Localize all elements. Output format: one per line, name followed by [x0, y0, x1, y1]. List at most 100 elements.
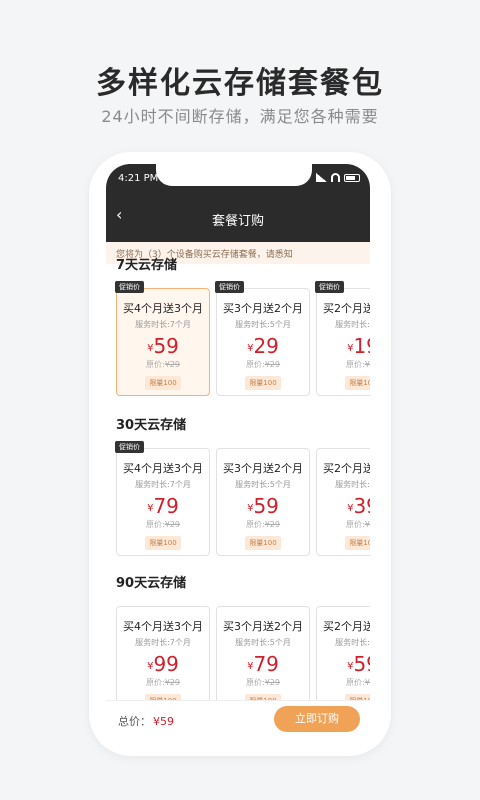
original-price-label: 原价: [146, 520, 165, 529]
package-price: ¥59 [117, 334, 209, 358]
package-duration: 服务时长:5个月 [235, 320, 291, 329]
promo-badge: 促销价 [115, 281, 144, 293]
package-name: 买3个月送2个月 [223, 462, 303, 475]
price-value: 79 [253, 652, 279, 676]
promo-badge: 促销价 [115, 441, 144, 453]
page-title: 套餐订购 [211, 214, 264, 229]
original-price-label: 原价: [246, 520, 265, 529]
phone-screen: 4:21 PM ‹ 套餐订购 您将为（3）个设备购买云存储套餐，请悉知 7天云存… [106, 164, 370, 738]
promo-badge: 促销价 [315, 281, 344, 293]
package-card[interactable]: 促销价 买4个月送3个月 服务时长:7个月 ¥59 原价:¥29 限量100 [115, 281, 210, 396]
original-price-value: ¥29 [164, 360, 180, 369]
package-name: 买4个月送3个月 [123, 302, 203, 315]
package-card-row: 促销价 买4个月送3个月 服务时长:7个月 ¥79 原价:¥29 限量100 买3个月送2个… [106, 434, 370, 556]
package-price: ¥79 [117, 494, 209, 518]
limit-tag: 限量100 [145, 376, 181, 390]
package-name: 买2个月送1个月 [323, 620, 370, 633]
package-section: 30天云存储 促销价 买4个月送3个月 服务时长:7个月 ¥79 原价:¥29 限量100 买… [106, 414, 370, 556]
original-price: 原价:¥29 [317, 677, 370, 688]
status-icons [316, 173, 360, 182]
original-price-value: ¥29 [264, 678, 280, 687]
original-price-value: ¥29 [264, 360, 280, 369]
package-duration: 服务时长:5个月 [235, 638, 291, 647]
package-section: 7天云存储 促销价 买4个月送3个月 服务时长:7个月 ¥59 原价:¥29 限量100 促销… [106, 254, 370, 396]
package-price: ¥59 [217, 494, 309, 518]
original-price-value: ¥29 [164, 678, 180, 687]
original-price: 原价:¥29 [217, 519, 309, 530]
original-price-label: 原价: [146, 678, 165, 687]
package-duration: 服务时长:7个月 [135, 638, 191, 647]
total-label: 总价： [118, 715, 151, 728]
price-value: 39 [353, 494, 370, 518]
total-amount: ¥59 [153, 715, 174, 728]
original-price: 原价:¥29 [117, 519, 209, 530]
package-card[interactable]: 买2个月送1个月服务时长:3个月¥59原价:¥29限量100 [316, 606, 370, 714]
promo-badge: 促销价 [215, 281, 244, 293]
package-price: ¥29 [217, 334, 309, 358]
package-name: 买2个月送1个月 [323, 302, 370, 315]
original-price: 原价:¥29 [217, 359, 309, 370]
original-price-label: 原价: [346, 520, 365, 529]
package-price: ¥19 [317, 334, 370, 358]
total-price: 总价： ¥59 [118, 713, 174, 729]
section-title: 7天云存储 [116, 258, 178, 273]
phone-notch [156, 164, 312, 186]
package-card[interactable]: 买3个月送2个月服务时长:5个月¥79原价:¥29限量100 [216, 606, 310, 714]
package-card[interactable]: 促销价买4个月送3个月服务时长:7个月 ¥79 原价:¥29 限量100 [115, 441, 210, 556]
price-value: 29 [253, 334, 279, 358]
package-duration: 服务时长:3个月 [335, 638, 370, 647]
package-card[interactable]: 促销价 买3个月送2个月 服务时长:5个月 ¥29 原价:¥29 限量100 [215, 281, 310, 396]
package-name: 买4个月送3个月 [123, 462, 203, 475]
original-price-value: ¥29 [364, 360, 370, 369]
original-price: 原价:¥29 [317, 519, 370, 530]
promo-headline: 多样化云存储套餐包 [96, 66, 384, 101]
original-price: 原价:¥29 [117, 359, 209, 370]
price-value: 59 [153, 334, 179, 358]
package-name: 买3个月送2个月 [223, 620, 303, 633]
original-price: 原价:¥29 [217, 677, 309, 688]
package-card[interactable]: 买4个月送3个月服务时长:7个月¥99原价:¥29限量100 [116, 606, 210, 714]
package-price: ¥99 [117, 652, 209, 676]
package-price: ¥59 [317, 652, 370, 676]
package-section: 90天云存储买4个月送3个月服务时长:7个月¥99原价:¥29限量100买3个月… [106, 572, 370, 714]
bottom-bar: 总价： ¥59 立即订购 [106, 700, 370, 738]
package-price: ¥39 [317, 494, 370, 518]
package-duration: 服务时长:7个月 [135, 480, 191, 489]
section-title: 30天云存储 [116, 418, 187, 433]
original-price-label: 原价: [246, 678, 265, 687]
package-name: 买3个月送2个月 [223, 302, 303, 315]
original-price: 原价:¥29 [117, 677, 209, 688]
original-price-value: ¥29 [264, 520, 280, 529]
nav-bar: ‹ 套餐订购 [106, 194, 370, 242]
price-value: 79 [153, 494, 179, 518]
package-price: ¥79 [217, 652, 309, 676]
original-price: 原价:¥29 [317, 359, 370, 370]
signal-icon [316, 173, 327, 182]
promo-subline: 24小时不间断存储，满足您各种需要 [101, 107, 379, 126]
original-price-label: 原价: [246, 360, 265, 369]
package-card[interactable]: 买2个月送1个月服务时长:3个月¥39原价:¥29限量100 [316, 448, 370, 556]
original-price-label: 原价: [146, 360, 165, 369]
order-now-button[interactable]: 立即订购 [274, 706, 360, 732]
package-name: 买2个月送1个月 [323, 462, 370, 475]
package-duration: 服务时长:5个月 [235, 480, 291, 489]
price-value: 99 [153, 652, 179, 676]
package-card[interactable]: 促销价买2个月送1个月服务时长:3个月¥19原价:¥29限量100 [315, 281, 370, 396]
status-bar: 4:21 PM [106, 164, 370, 194]
price-value: 19 [353, 334, 370, 358]
original-price-value: ¥29 [364, 520, 370, 529]
package-duration: 服务时长:3个月 [335, 480, 370, 489]
limit-tag: 限量100 [145, 536, 181, 550]
status-time: 4:21 PM [118, 173, 159, 184]
package-card[interactable]: 买3个月送2个月 服务时长:5个月 ¥59 原价:¥29 限量100 [216, 448, 310, 556]
original-price-value: ¥29 [364, 678, 370, 687]
wifi-icon [331, 173, 340, 182]
package-card-row: 买4个月送3个月服务时长:7个月¥99原价:¥29限量100买3个月送2个月服务… [106, 592, 370, 714]
limit-tag: 限量100 [345, 536, 370, 550]
limit-tag: 限量100 [245, 376, 281, 390]
package-name: 买4个月送3个月 [123, 620, 203, 633]
limit-tag: 限量100 [345, 376, 370, 390]
package-duration: 服务时长:7个月 [135, 320, 191, 329]
price-value: 59 [253, 494, 279, 518]
price-value: 59 [353, 652, 370, 676]
